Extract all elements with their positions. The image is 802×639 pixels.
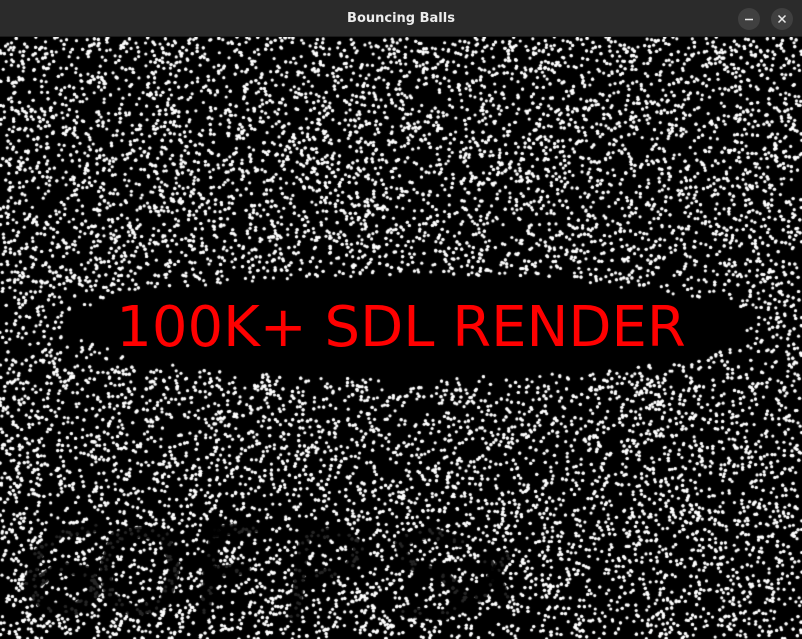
minimize-button[interactable] bbox=[738, 8, 760, 30]
render-canvas-area[interactable]: 100K+ SDL RENDER bbox=[0, 37, 802, 639]
window-title: Bouncing Balls bbox=[347, 11, 455, 26]
app-window: Bouncing Balls 100K+ SDL RENDER bbox=[0, 0, 802, 639]
minimize-icon bbox=[745, 18, 753, 21]
close-button[interactable] bbox=[771, 8, 793, 30]
close-icon bbox=[777, 14, 787, 24]
title-bar[interactable]: Bouncing Balls bbox=[0, 0, 802, 37]
banner-text: 100K+ SDL RENDER bbox=[116, 295, 686, 360]
